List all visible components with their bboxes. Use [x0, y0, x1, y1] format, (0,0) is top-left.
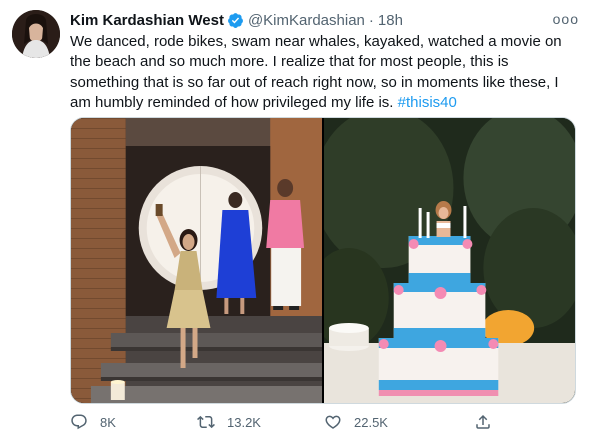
retweet-count: 13.2K — [227, 414, 261, 430]
author-handle[interactable]: @KimKardashian — [248, 12, 365, 29]
photo-party-entrance[interactable] — [71, 118, 322, 403]
retweet-icon — [197, 415, 215, 429]
like-button[interactable]: 22.5K — [324, 413, 474, 431]
retweet-button[interactable]: 13.2K — [197, 413, 324, 431]
share-button[interactable] — [474, 413, 504, 431]
media-grid — [70, 117, 576, 404]
tweet-header: Kim Kardashian West @KimKardashian · 18h… — [70, 10, 579, 30]
separator-dot: · — [368, 11, 374, 29]
heart-icon — [325, 415, 341, 429]
photo-birthday-cake[interactable] — [324, 118, 575, 403]
share-icon — [476, 414, 490, 429]
avatar[interactable] — [12, 10, 60, 58]
like-count: 22.5K — [354, 414, 388, 430]
action-bar: 8K 13.2K 22.5K — [70, 410, 570, 434]
verified-badge-icon — [227, 12, 243, 28]
more-icon[interactable]: ooo — [553, 11, 579, 27]
tweet[interactable]: Kim Kardashian West @KimKardashian · 18h… — [0, 0, 593, 443]
hashtag-link[interactable]: #thisis40 — [398, 94, 457, 111]
tweet-body: We danced, rode bikes, swam near whales,… — [70, 33, 562, 111]
tweet-text: We danced, rode bikes, swam near whales,… — [70, 32, 580, 113]
reply-button[interactable]: 8K — [70, 413, 197, 431]
reply-count: 8K — [100, 414, 116, 430]
tweet-time[interactable]: 18h — [378, 12, 403, 29]
reply-icon — [71, 414, 87, 430]
author-name[interactable]: Kim Kardashian West — [70, 12, 224, 29]
